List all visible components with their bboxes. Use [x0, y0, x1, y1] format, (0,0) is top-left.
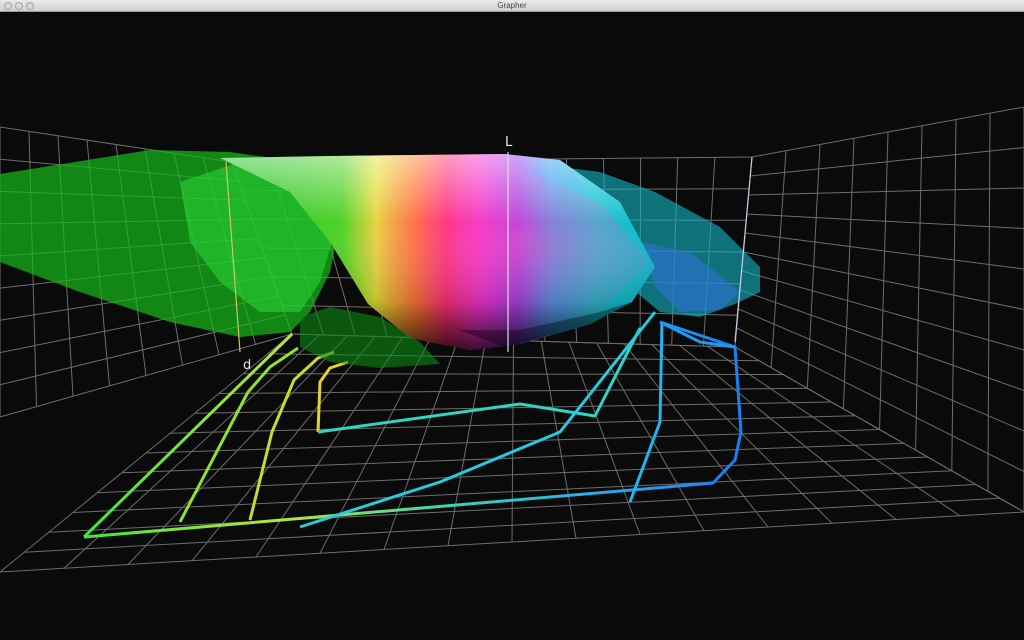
- gamut-solid: [0, 150, 760, 368]
- 3d-graph-viewport[interactable]: L d: [0, 12, 1024, 640]
- graph-canvas[interactable]: L d: [0, 12, 1024, 640]
- grid-line: [741, 270, 1024, 351]
- grid-line: [739, 289, 1024, 391]
- grid-line: [743, 251, 1024, 310]
- title-bar[interactable]: Grapher: [0, 0, 1024, 12]
- grid-line: [738, 308, 1024, 432]
- window-title: Grapher: [497, 1, 527, 10]
- grapher-window: Grapher L d: [0, 0, 1024, 640]
- floor-contour-6: [628, 321, 664, 503]
- axis-label-d: d: [243, 358, 251, 373]
- grid-line: [736, 327, 1024, 472]
- floor-contour-3: [316, 360, 349, 433]
- axis-label-L: L: [505, 135, 513, 150]
